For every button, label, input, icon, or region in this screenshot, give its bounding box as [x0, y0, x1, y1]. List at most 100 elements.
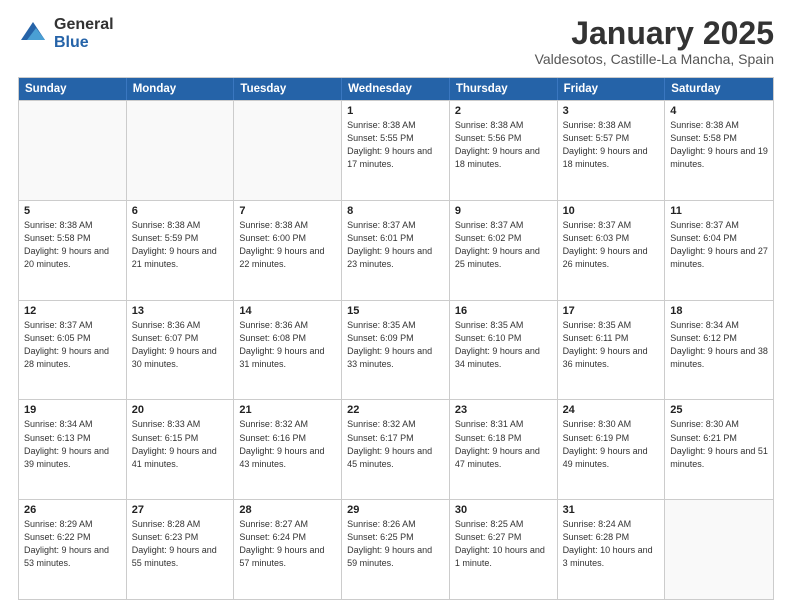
- cell-info: Sunrise: 8:38 AMSunset: 5:58 PMDaylight:…: [24, 219, 121, 271]
- cal-cell-22: 22 Sunrise: 8:32 AMSunset: 6:17 PMDayligh…: [342, 400, 450, 499]
- cal-cell-6: 6 Sunrise: 8:38 AMSunset: 5:59 PMDaylight…: [127, 201, 235, 300]
- cell-date: 23: [455, 404, 552, 416]
- cal-cell-1: 1 Sunrise: 8:38 AMSunset: 5:55 PMDaylight…: [342, 101, 450, 200]
- cal-week-2: 12Sunrise: 8:37 AMSunset: 6:05 PMDayligh…: [19, 300, 773, 400]
- cell-date: 22: [347, 404, 444, 416]
- cal-week-0: 1 Sunrise: 8:38 AMSunset: 5:55 PMDaylight…: [19, 100, 773, 200]
- cal-cell-19: 19Sunrise: 8:34 AMSunset: 6:13 PMDayligh…: [19, 400, 127, 499]
- cal-cell-21: 21 Sunrise: 8:32 AMSunset: 6:16 PMDayligh…: [234, 400, 342, 499]
- cell-date: 29: [347, 504, 444, 516]
- cell-date: 10: [563, 205, 660, 217]
- cell-info: Sunrise: 8:32 AMSunset: 6:16 PMDaylight:…: [239, 418, 336, 470]
- cell-date: 16: [455, 305, 552, 317]
- cell-date: 25: [670, 404, 768, 416]
- calendar-title: January 2025: [535, 16, 774, 51]
- cal-cell-empty: [19, 101, 127, 200]
- cell-info: Sunrise: 8:38 AMSunset: 5:58 PMDaylight:…: [670, 119, 768, 171]
- cell-date: 5: [24, 205, 121, 217]
- cell-date: 18: [670, 305, 768, 317]
- cal-header-cell-thursday: Thursday: [450, 78, 558, 100]
- cal-cell-2: 2Sunrise: 8:38 AMSunset: 5:56 PMDaylight…: [450, 101, 558, 200]
- cal-cell-8: 8Sunrise: 8:37 AMSunset: 6:01 PMDaylight…: [342, 201, 450, 300]
- calendar: SundayMondayTuesdayWednesdayThursdayFrid…: [18, 77, 774, 600]
- calendar-subtitle: Valdesotos, Castille-La Mancha, Spain: [535, 51, 774, 67]
- cell-info: Sunrise: 8:31 AMSunset: 6:18 PMDaylight:…: [455, 418, 552, 470]
- cal-week-4: 26 Sunrise: 8:29 AMSunset: 6:22 PMDayligh…: [19, 499, 773, 599]
- cal-cell-27: 27Sunrise: 8:28 AMSunset: 6:23 PMDayligh…: [127, 500, 235, 599]
- cell-date: 8: [347, 205, 444, 217]
- calendar-header-row: SundayMondayTuesdayWednesdayThursdayFrid…: [19, 78, 773, 100]
- cell-date: 3: [563, 105, 660, 117]
- cal-cell-11: 11 Sunrise: 8:37 AMSunset: 6:04 PMDayligh…: [665, 201, 773, 300]
- cell-date: 12: [24, 305, 121, 317]
- cal-cell-3: 3Sunrise: 8:38 AMSunset: 5:57 PMDaylight…: [558, 101, 666, 200]
- logo-text: General Blue: [54, 16, 114, 51]
- cell-info: Sunrise: 8:27 AMSunset: 6:24 PMDaylight:…: [239, 518, 336, 570]
- cal-cell-25: 25 Sunrise: 8:30 AMSunset: 6:21 PMDayligh…: [665, 400, 773, 499]
- cal-cell-31: 31 Sunrise: 8:24 AMSunset: 6:28 PMDayligh…: [558, 500, 666, 599]
- cal-cell-18: 18 Sunrise: 8:34 AMSunset: 6:12 PMDayligh…: [665, 301, 773, 400]
- cal-cell-23: 23 Sunrise: 8:31 AMSunset: 6:18 PMDayligh…: [450, 400, 558, 499]
- cal-cell-15: 15 Sunrise: 8:35 AMSunset: 6:09 PMDayligh…: [342, 301, 450, 400]
- cell-info: Sunrise: 8:30 AMSunset: 6:19 PMDaylight:…: [563, 418, 660, 470]
- cell-date: 28: [239, 504, 336, 516]
- cal-cell-empty: [665, 500, 773, 599]
- logo-general: General: [54, 16, 114, 34]
- cal-header-cell-tuesday: Tuesday: [234, 78, 342, 100]
- cell-date: 4: [670, 105, 768, 117]
- cell-info: Sunrise: 8:29 AMSunset: 6:22 PMDaylight:…: [24, 518, 121, 570]
- cal-cell-16: 16 Sunrise: 8:35 AMSunset: 6:10 PMDayligh…: [450, 301, 558, 400]
- cell-date: 1: [347, 105, 444, 117]
- page: General Blue January 2025 Valdesotos, Ca…: [0, 0, 792, 612]
- cal-cell-29: 29 Sunrise: 8:26 AMSunset: 6:25 PMDayligh…: [342, 500, 450, 599]
- cal-header-cell-saturday: Saturday: [665, 78, 773, 100]
- cell-info: Sunrise: 8:33 AMSunset: 6:15 PMDaylight:…: [132, 418, 229, 470]
- cell-date: 20: [132, 404, 229, 416]
- cal-week-1: 5 Sunrise: 8:38 AMSunset: 5:58 PMDaylight…: [19, 200, 773, 300]
- cell-info: Sunrise: 8:24 AMSunset: 6:28 PMDaylight:…: [563, 518, 660, 570]
- cell-info: Sunrise: 8:38 AMSunset: 5:55 PMDaylight:…: [347, 119, 444, 171]
- cell-info: Sunrise: 8:26 AMSunset: 6:25 PMDaylight:…: [347, 518, 444, 570]
- cal-header-cell-friday: Friday: [558, 78, 666, 100]
- cell-date: 6: [132, 205, 229, 217]
- cell-date: 2: [455, 105, 552, 117]
- cell-info: Sunrise: 8:37 AMSunset: 6:03 PMDaylight:…: [563, 219, 660, 271]
- cal-cell-4: 4 Sunrise: 8:38 AMSunset: 5:58 PMDaylight…: [665, 101, 773, 200]
- cell-info: Sunrise: 8:32 AMSunset: 6:17 PMDaylight:…: [347, 418, 444, 470]
- cell-info: Sunrise: 8:35 AMSunset: 6:09 PMDaylight:…: [347, 319, 444, 371]
- cell-info: Sunrise: 8:37 AMSunset: 6:04 PMDaylight:…: [670, 219, 768, 271]
- logo-icon: [18, 19, 48, 49]
- cell-info: Sunrise: 8:30 AMSunset: 6:21 PMDaylight:…: [670, 418, 768, 470]
- cell-info: Sunrise: 8:28 AMSunset: 6:23 PMDaylight:…: [132, 518, 229, 570]
- cal-cell-26: 26 Sunrise: 8:29 AMSunset: 6:22 PMDayligh…: [19, 500, 127, 599]
- cell-info: Sunrise: 8:35 AMSunset: 6:11 PMDaylight:…: [563, 319, 660, 371]
- cell-info: Sunrise: 8:36 AMSunset: 6:07 PMDaylight:…: [132, 319, 229, 371]
- cal-cell-empty: [127, 101, 235, 200]
- cell-date: 31: [563, 504, 660, 516]
- cell-date: 26: [24, 504, 121, 516]
- cell-info: Sunrise: 8:34 AMSunset: 6:12 PMDaylight:…: [670, 319, 768, 371]
- cell-date: 30: [455, 504, 552, 516]
- cal-cell-17: 17 Sunrise: 8:35 AMSunset: 6:11 PMDayligh…: [558, 301, 666, 400]
- cal-cell-7: 7Sunrise: 8:38 AMSunset: 6:00 PMDaylight…: [234, 201, 342, 300]
- cal-week-3: 19Sunrise: 8:34 AMSunset: 6:13 PMDayligh…: [19, 399, 773, 499]
- header: General Blue January 2025 Valdesotos, Ca…: [18, 16, 774, 67]
- cell-info: Sunrise: 8:35 AMSunset: 6:10 PMDaylight:…: [455, 319, 552, 371]
- cell-info: Sunrise: 8:25 AMSunset: 6:27 PMDaylight:…: [455, 518, 552, 570]
- cell-date: 11: [670, 205, 768, 217]
- cell-date: 17: [563, 305, 660, 317]
- cell-date: 15: [347, 305, 444, 317]
- cal-cell-14: 14Sunrise: 8:36 AMSunset: 6:08 PMDayligh…: [234, 301, 342, 400]
- title-block: January 2025 Valdesotos, Castille-La Man…: [535, 16, 774, 67]
- cal-cell-10: 10 Sunrise: 8:37 AMSunset: 6:03 PMDayligh…: [558, 201, 666, 300]
- cell-info: Sunrise: 8:36 AMSunset: 6:08 PMDaylight:…: [239, 319, 336, 371]
- cal-cell-30: 30 Sunrise: 8:25 AMSunset: 6:27 PMDayligh…: [450, 500, 558, 599]
- cell-date: 21: [239, 404, 336, 416]
- cal-cell-24: 24Sunrise: 8:30 AMSunset: 6:19 PMDayligh…: [558, 400, 666, 499]
- cal-cell-empty: [234, 101, 342, 200]
- cell-date: 9: [455, 205, 552, 217]
- cal-header-cell-wednesday: Wednesday: [342, 78, 450, 100]
- calendar-body: 1 Sunrise: 8:38 AMSunset: 5:55 PMDaylight…: [19, 100, 773, 599]
- cell-info: Sunrise: 8:38 AMSunset: 5:59 PMDaylight:…: [132, 219, 229, 271]
- cal-cell-5: 5 Sunrise: 8:38 AMSunset: 5:58 PMDaylight…: [19, 201, 127, 300]
